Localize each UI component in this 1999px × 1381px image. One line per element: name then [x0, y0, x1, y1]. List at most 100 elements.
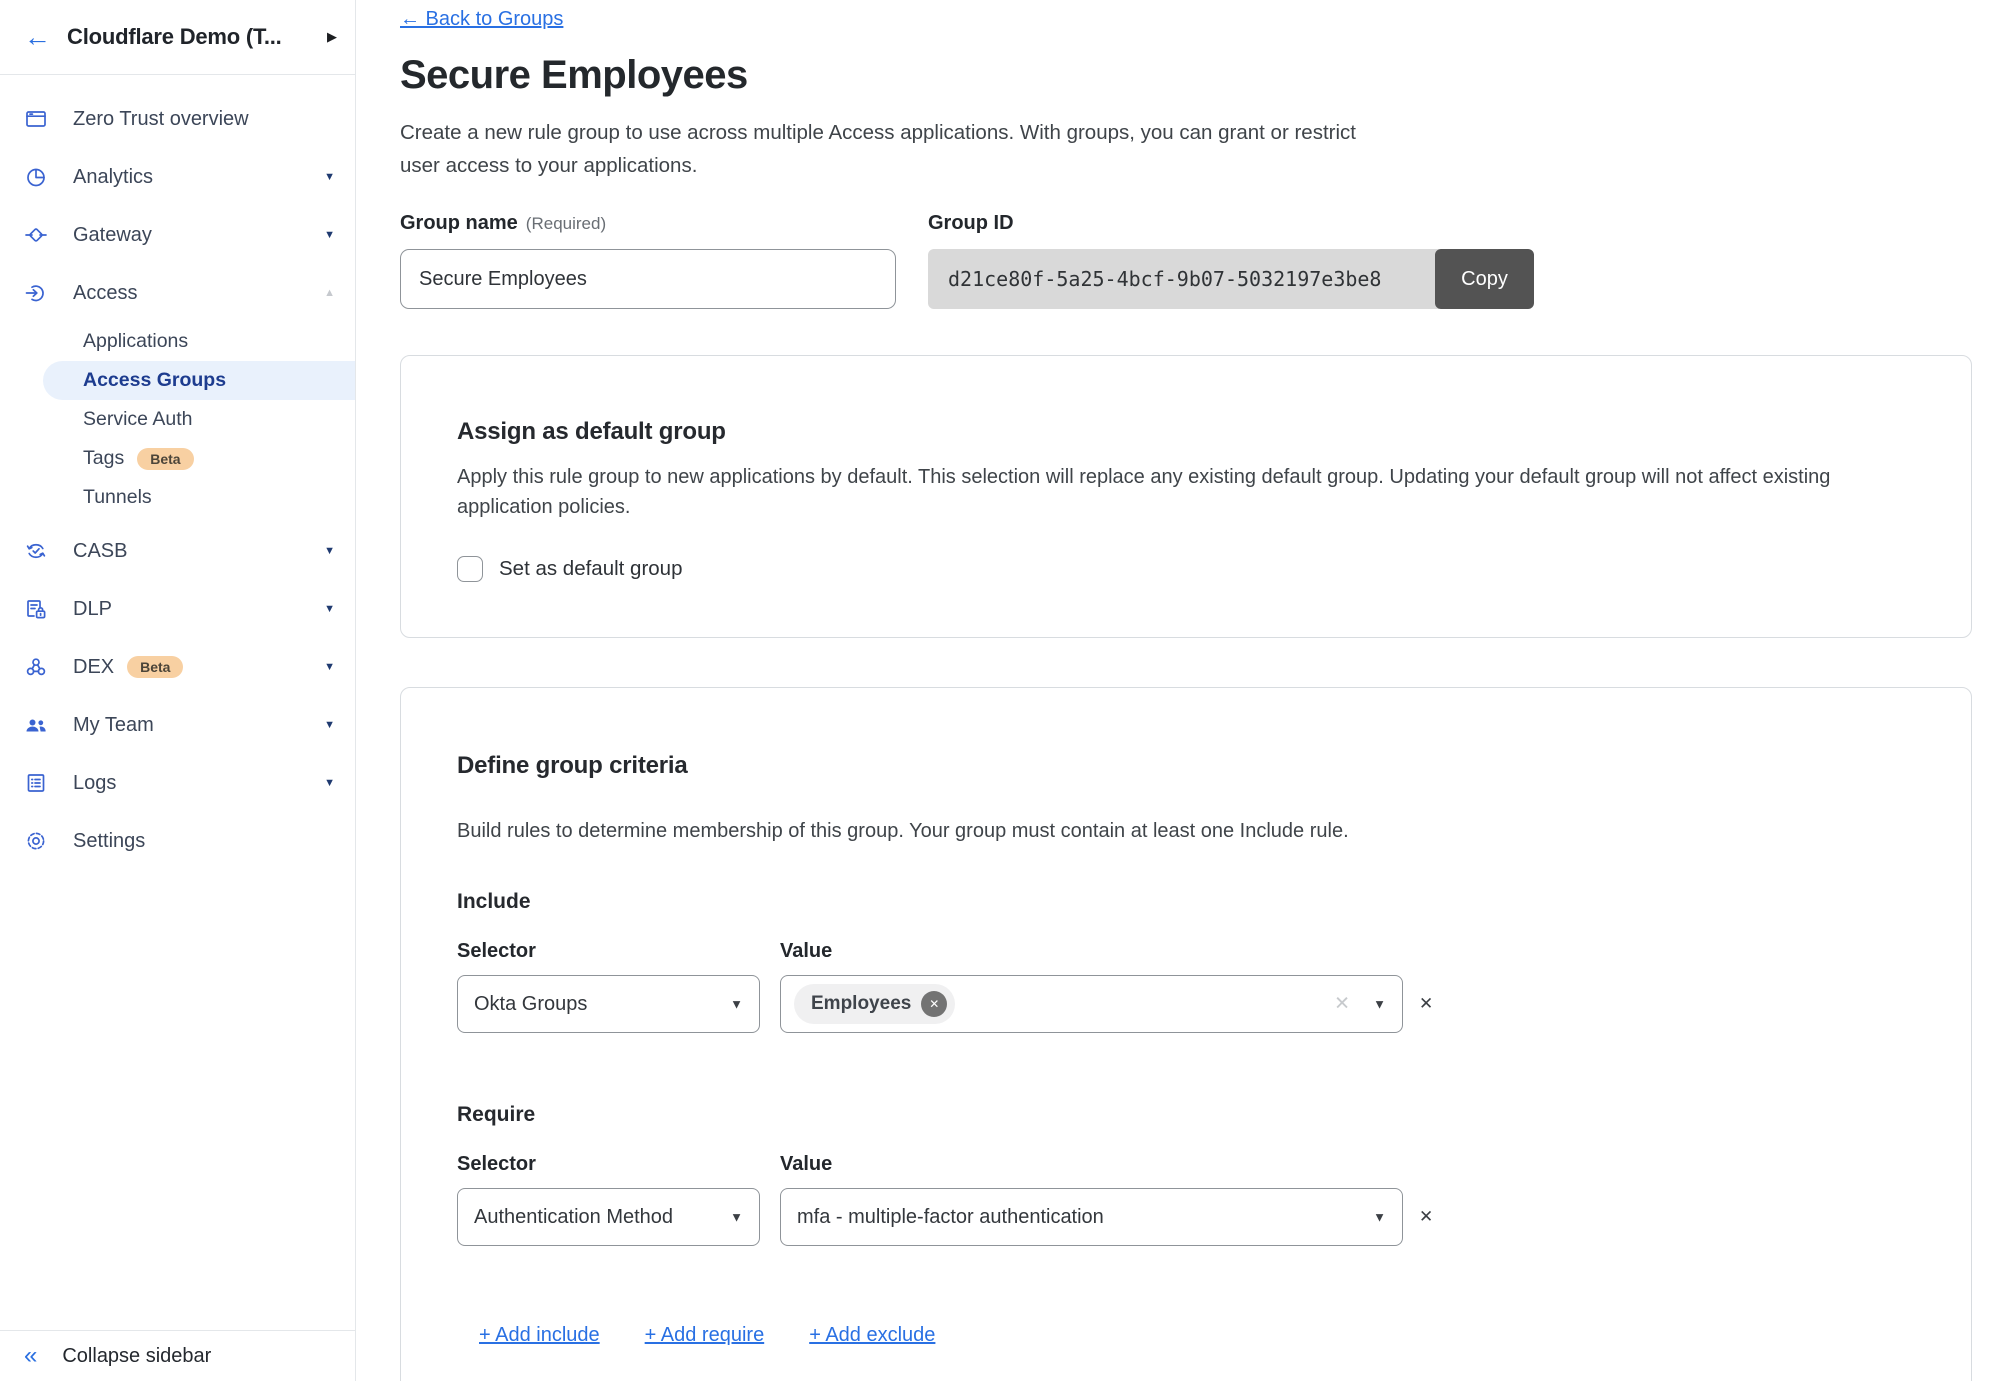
people-icon [24, 713, 48, 737]
sidebar-item-tags[interactable]: Tags Beta [0, 439, 355, 478]
sidebar-item-service-auth[interactable]: Service Auth [0, 400, 355, 439]
sidebar-item-label: Gateway [73, 224, 152, 247]
zero-trust-dashboard: ← Cloudflare Demo (T... ▶ Zero Trust ove… [0, 0, 1999, 1381]
add-rule-links: + Add include + Add require + Add exclud… [479, 1324, 1911, 1347]
sidebar-item-my-team[interactable]: My Team ▼ [0, 696, 355, 754]
sidebar-item-tunnels[interactable]: Tunnels [0, 478, 355, 517]
chevron-down-icon: ▼ [324, 661, 335, 673]
sidebar-item-settings[interactable]: Settings [0, 812, 355, 870]
sidebar-item-dlp[interactable]: DLP ▼ [0, 580, 355, 638]
group-id-label: Group ID [928, 212, 1534, 235]
sidebar: ← Cloudflare Demo (T... ▶ Zero Trust ove… [0, 0, 356, 1381]
double-chevron-left-icon: « [24, 1342, 37, 1370]
assign-default-heading: Assign as default group [457, 418, 1911, 446]
chevron-down-icon: ▼ [1373, 1210, 1386, 1225]
add-exclude-link[interactable]: + Add exclude [809, 1324, 935, 1347]
back-to-groups-link[interactable]: ← Back to Groups [400, 8, 563, 31]
assign-default-description: Apply this rule group to new application… [457, 462, 1911, 522]
sidebar-item-access[interactable]: Access ▲ [0, 264, 355, 322]
chevron-down-icon: ▼ [324, 229, 335, 241]
beta-badge: Beta [127, 656, 183, 678]
chevron-up-icon: ▲ [324, 287, 335, 299]
arrow-left-icon[interactable]: ← [24, 24, 51, 51]
include-value-field[interactable]: Employees ✕ ✕ ▼ [780, 975, 1403, 1033]
sidebar-nav: Zero Trust overview Analytics ▼ Gateway … [0, 75, 355, 870]
browser-window-icon [24, 107, 48, 131]
include-selector-dropdown[interactable]: Okta Groups ▼ [457, 975, 760, 1033]
sidebar-item-analytics[interactable]: Analytics ▼ [0, 148, 355, 206]
beta-badge: Beta [137, 448, 193, 470]
sidebar-subitem-label: Tunnels [83, 486, 152, 509]
require-value-label: Value [780, 1153, 1403, 1176]
remove-include-rule-button[interactable]: ✕ [1419, 994, 1433, 1014]
group-id-value: d21ce80f-5a25-4bcf-9b07-5032197e3be8 [928, 249, 1439, 309]
sidebar-item-label: Logs [73, 772, 116, 795]
add-require-link[interactable]: + Add require [645, 1324, 765, 1347]
include-selector-label: Selector [457, 940, 760, 963]
assign-default-group-card: Assign as default group Apply this rule … [400, 355, 1972, 638]
remove-chip-icon[interactable]: ✕ [921, 991, 947, 1017]
sidebar-item-casb[interactable]: CASB ▼ [0, 522, 355, 580]
sidebar-item-label: Settings [73, 830, 145, 853]
page-description: Create a new rule group to use across mu… [400, 116, 1385, 182]
set-default-label: Set as default group [499, 557, 683, 581]
chevron-down-icon: ▼ [324, 603, 335, 615]
sidebar-subitem-label: Access Groups [83, 369, 226, 392]
require-selector-label: Selector [457, 1153, 760, 1176]
chevron-down-icon: ▼ [730, 997, 743, 1012]
sidebar-item-zero-trust-overview[interactable]: Zero Trust overview [0, 90, 355, 148]
value-chip: Employees ✕ [794, 984, 955, 1024]
chevron-down-icon: ▼ [730, 1210, 743, 1225]
sidebar-item-label: Access [73, 282, 137, 305]
collapse-sidebar-button[interactable]: « Collapse sidebar [0, 1330, 355, 1381]
sidebar-item-label: Analytics [73, 166, 153, 189]
sidebar-item-dex[interactable]: DEX Beta ▼ [0, 638, 355, 696]
define-criteria-card: Define group criteria Build rules to det… [400, 687, 1972, 1381]
log-list-icon [24, 771, 48, 795]
account-title[interactable]: Cloudflare Demo (T... [67, 24, 321, 50]
sidebar-item-label: Zero Trust overview [73, 108, 249, 131]
group-name-input[interactable] [400, 249, 896, 309]
caret-right-icon[interactable]: ▶ [327, 29, 337, 45]
include-labels-row: Selector Value [457, 940, 1911, 963]
gateway-icon [24, 223, 48, 247]
clear-values-icon[interactable]: ✕ [1334, 993, 1350, 1016]
default-group-checkbox-row: Set as default group [457, 556, 1911, 582]
chevron-down-icon: ▼ [324, 777, 335, 789]
group-name-label: Group name(Required) [400, 212, 896, 235]
add-include-link[interactable]: + Add include [479, 1324, 600, 1347]
sidebar-item-gateway[interactable]: Gateway ▼ [0, 206, 355, 264]
document-lock-icon [24, 597, 48, 621]
require-value-dropdown[interactable]: mfa - multiple-factor authentication ▼ [780, 1188, 1403, 1246]
collapse-sidebar-label: Collapse sidebar [62, 1345, 211, 1368]
chevron-down-icon: ▼ [324, 719, 335, 731]
sidebar-item-label: My Team [73, 714, 154, 737]
sidebar-item-logs[interactable]: Logs ▼ [0, 754, 355, 812]
main-content: ← Back to Groups Secure Employees Create… [357, 0, 1999, 1381]
sidebar-item-applications[interactable]: Applications [0, 322, 355, 361]
require-rule-row: Authentication Method ▼ mfa - multiple-f… [457, 1188, 1911, 1246]
require-labels-row: Selector Value [457, 1153, 1911, 1176]
sidebar-subitem-label: Tags [83, 447, 124, 470]
require-selector-dropdown[interactable]: Authentication Method ▼ [457, 1188, 760, 1246]
sidebar-item-label: CASB [73, 540, 127, 563]
define-criteria-heading: Define group criteria [457, 752, 1911, 780]
group-name-id-row: Group name(Required) Group ID d21ce80f-5… [400, 212, 1971, 309]
copy-button[interactable]: Copy [1435, 249, 1534, 309]
sidebar-item-label: DEX [73, 656, 114, 679]
account-header: ← Cloudflare Demo (T... ▶ [0, 0, 355, 75]
include-value-label: Value [780, 940, 1403, 963]
chevron-down-icon: ▼ [324, 545, 335, 557]
set-default-checkbox[interactable] [457, 556, 483, 582]
require-heading: Require [457, 1103, 1911, 1127]
sidebar-item-access-groups[interactable]: Access Groups [43, 361, 355, 400]
include-heading: Include [457, 890, 1911, 914]
pie-chart-icon [24, 165, 48, 189]
define-criteria-description: Build rules to determine membership of t… [457, 816, 1911, 846]
page-title: Secure Employees [400, 53, 1971, 98]
sync-check-icon [24, 539, 48, 563]
sidebar-item-label: DLP [73, 598, 112, 621]
remove-require-rule-button[interactable]: ✕ [1419, 1207, 1433, 1227]
chevron-down-icon: ▼ [1373, 997, 1386, 1012]
chevron-down-icon: ▼ [324, 171, 335, 183]
